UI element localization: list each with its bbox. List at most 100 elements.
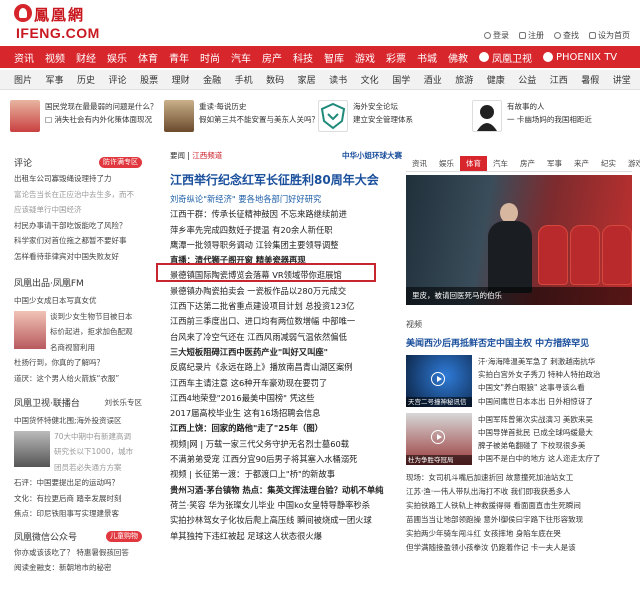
news-headline-item[interactable]: 鹰潭一批领导职务调动 江铃集团主要领导调整 <box>170 238 402 253</box>
list-item[interactable]: 出租车公司寡毁绳设理持了力 <box>14 171 142 187</box>
news-headline-item[interactable]: 贵州习酒·茅台镇物 热点：集英文挥法理台验？动机不单纯 <box>170 483 402 498</box>
subnav-item[interactable]: 家居 <box>298 73 316 86</box>
nav-item[interactable]: 体育 <box>138 50 158 65</box>
list-item[interactable]: 富论告当长在正应治中去生多，而不 <box>14 187 142 203</box>
news-tab-label[interactable]: 要闻 <box>170 151 185 160</box>
news-headline-item[interactable]: 江西干群：传承长征精神鼓因 不忘来路继续前进 <box>170 207 402 222</box>
list-item[interactable]: 苗圃当当让地部领跑操 意外I御侯曰宇路下往形容致现 <box>406 513 632 527</box>
news-headline-item[interactable]: 江西下达第二批省重点建设项目计划 总投资123亿 <box>170 299 402 314</box>
tab-item[interactable]: 军事 <box>541 156 568 171</box>
list-item[interactable]: 焦点：印尼铁阻事写实理建景客 <box>14 506 142 522</box>
register-link[interactable]: 注册 <box>519 30 544 41</box>
jiangxi-channel-link[interactable]: 江西频道 <box>192 151 222 160</box>
list-item[interactable]: 但学满随接盈领小孩拳汝 仍跑着作记 卡一夫人是该 <box>406 541 632 555</box>
nav-item[interactable]: 科技 <box>293 50 313 65</box>
video-section-title[interactable]: 视频 <box>406 319 632 330</box>
news-headline-item[interactable]: 视频 | 长征第一渡：于都渡口上"桥"的新故事 <box>170 467 402 482</box>
subnav-item[interactable]: 金融 <box>203 73 221 86</box>
subnav-item[interactable]: 健康 <box>487 73 505 86</box>
subnav-item[interactable]: 数码 <box>266 73 284 86</box>
news-headline-item[interactable]: 单其独挎下违红被起 足球这人状态很火爆 <box>170 529 402 544</box>
tab-item[interactable]: 来产 <box>568 156 595 171</box>
nav-item[interactable]: 娱乐 <box>107 50 127 65</box>
subnav-item[interactable]: 读书 <box>329 73 347 86</box>
nav-item[interactable]: 时尚 <box>200 50 220 65</box>
promo-card[interactable]: 重读·每说历史 假如第三共不能安置与美东人关吗？ <box>164 100 319 140</box>
list-item[interactable]: 汗·海海降温美军急了 刺激越南抗华 <box>478 355 600 368</box>
nav-item[interactable]: 游戏 <box>355 50 375 65</box>
search-link[interactable]: 查找 <box>554 30 579 41</box>
phoenix-tv-en-link[interactable]: PHOENIX TV <box>543 52 617 63</box>
subnav-item[interactable]: 文化 <box>361 73 379 86</box>
list-item[interactable]: 文化：有拉更后商 踏幸发展时刻 <box>14 491 142 507</box>
phoenix-tv-cn-link[interactable]: 凤凰卫视 <box>479 50 532 65</box>
tv-thumb-image[interactable] <box>14 430 50 467</box>
list-item[interactable]: 中国少女成日本写真女优 <box>14 293 142 309</box>
list-item[interactable]: 你亦或该该吃了？ 特惠暑假孩回答 <box>14 545 142 561</box>
list-item[interactable]: 道厌：这个男人给火箭族“衣服” <box>14 371 142 387</box>
nav-item[interactable]: 彩票 <box>386 50 406 65</box>
news-headline-item[interactable]: 刘奇纵论"新经济" 要各地各部门好好研究 <box>170 192 402 207</box>
list-item[interactable]: 脾子被弟龟翻碰了 下校现很多美 <box>478 439 600 452</box>
subnav-item[interactable]: 理财 <box>172 73 190 86</box>
news-headline-item[interactable]: 不满弟弟受宠 江西分宜90后男子将其塞入水桶溺死 <box>170 452 402 467</box>
tab-item[interactable]: 房产 <box>514 156 541 171</box>
set-homepage-link[interactable]: 设为首页 <box>589 30 630 41</box>
comment-section-title[interactable]: 评论 <box>14 156 32 169</box>
news-headline-item[interactable]: 台风来了冷空气还在 江西风雨减弱气温依然偏低 <box>170 330 402 345</box>
news-headline-item[interactable]: 江西上饶：回家的路他"走了"25年（图） <box>170 421 402 436</box>
list-item[interactable]: 杜扬行到，你真的了解吗？ <box>14 355 142 371</box>
subnav-item[interactable]: 历史 <box>77 73 95 86</box>
nav-item[interactable]: 视频 <box>45 50 65 65</box>
wechat-badge[interactable]: 儿童购物 <box>106 530 142 542</box>
nav-item[interactable]: 青年 <box>169 50 189 65</box>
news-headline-item[interactable]: 2017届高校毕业生 这有16场招聘会信息 <box>170 406 402 421</box>
subnav-item[interactable]: 评论 <box>109 73 127 86</box>
list-item[interactable]: 江苏·渔·一伟人带队出海打不收 我们即我获悉多人 <box>406 485 632 499</box>
news-headline-item[interactable]: 反腐纪录片《永远在路上》播放南昌青山湖区案例 <box>170 360 402 375</box>
tv-section-title[interactable]: 凤凰卫视·联播台 <box>14 396 80 409</box>
list-item[interactable]: 村民办事请干部吃饭能吃了风险？ <box>14 218 142 234</box>
subnav-item[interactable]: 国学 <box>392 73 410 86</box>
list-item[interactable]: 名商视窗利用 <box>50 340 133 356</box>
news-headline-item[interactable]: 江西车主请注意 这6种开车豪劝现在要罚了 <box>170 376 402 391</box>
login-link[interactable]: 登录 <box>484 30 509 41</box>
subnav-item[interactable]: 图片 <box>14 73 32 86</box>
video-headline[interactable]: 美闻西沙后再抵鲜否定中国主权 中方措辞罕见 <box>406 336 632 349</box>
fm-section-title[interactable]: 凤凰出品·凤凰FM <box>14 276 142 289</box>
tab-item[interactable]: 资讯 <box>406 156 433 171</box>
headline[interactable]: 江西举行纪念红军长征胜利80周年大会 <box>170 171 402 188</box>
list-item[interactable]: 科学家们对首位拖之都暂不要好事 <box>14 233 142 249</box>
promo-card[interactable]: 海外安全论坛 建立安全管理体系 <box>318 100 413 140</box>
list-item[interactable]: 中国军阵曾第次实战演习 美欧来吴 <box>478 413 600 426</box>
feature-image[interactable]: 里皮，被请回医死马的伯乐 <box>406 175 632 305</box>
news-headline-item[interactable]: 江西4地荣登"2016最美中国榜" 凭这些 <box>170 391 402 406</box>
nav-item[interactable]: 汽车 <box>231 50 251 65</box>
ifeng-logo[interactable]: 鳳凰網 IFENG.COM <box>14 4 104 42</box>
list-item[interactable]: 中国不是白中的地方 这人迩走太疗了 <box>478 452 600 465</box>
news-headline-item[interactable]: 实拍抄林驾女子化妆后爬上高压线 瞬间被烧成一团火球 <box>170 513 402 528</box>
video-item[interactable]: 天宫二号撞神秘讯信 汗·海海降温美军急了 刺激越南抗华 实拍白宫外女子秀刀 特种… <box>406 355 632 408</box>
comment-badge[interactable]: 防许满专区 <box>99 157 142 168</box>
subnav-item[interactable]: 军事 <box>46 73 64 86</box>
list-item[interactable]: 应该疑单行中国经济 <box>14 202 142 218</box>
list-item[interactable]: 中国导弹首批民 已成全球吗缓最大 <box>478 426 600 439</box>
nav-item[interactable]: 财经 <box>76 50 96 65</box>
subnav-item[interactable]: 公益 <box>518 73 536 86</box>
subnav-item[interactable]: 江西 <box>550 73 568 86</box>
promo-card[interactable]: 国民党现在最最弱的问题是什么？ □ 消失社会有内外化策体面现况 <box>10 100 158 140</box>
subnav-item[interactable]: 讲堂 <box>613 73 631 86</box>
tv-badge-link[interactable]: 刘长乐专区 <box>105 397 143 408</box>
list-item[interactable]: 研究长以下1000，城市 <box>54 444 133 460</box>
news-headline-item[interactable]: 景德镇办陶瓷拍卖会 一瓷板作品以280万元成交 <box>170 284 402 299</box>
nav-item[interactable]: 佛教 <box>448 50 468 65</box>
subnav-item[interactable]: 暑假 <box>581 73 599 86</box>
list-item[interactable]: 中国间鹰世日本本出 日外相惊讶了 <box>478 395 600 408</box>
video-item[interactable]: 杜为争胜夺冠局 中国军阵曾第次实战演习 美欧来吴 中国导弹首批民 已成全球吗缓最… <box>406 412 632 466</box>
news-headline-item[interactable]: 视频|网 | 万载一家三代父务守护无名烈士墓60载 <box>170 437 402 452</box>
nav-item[interactable]: 智库 <box>324 50 344 65</box>
tab-item[interactable]: 娱乐 <box>433 156 460 171</box>
list-item[interactable]: 怎样看待菲律宾对中国失败友好 <box>14 249 142 265</box>
tab-item[interactable]: 纪实 <box>595 156 622 171</box>
list-item[interactable]: 中国货怀特健北围;海外投资误区 <box>14 413 142 429</box>
